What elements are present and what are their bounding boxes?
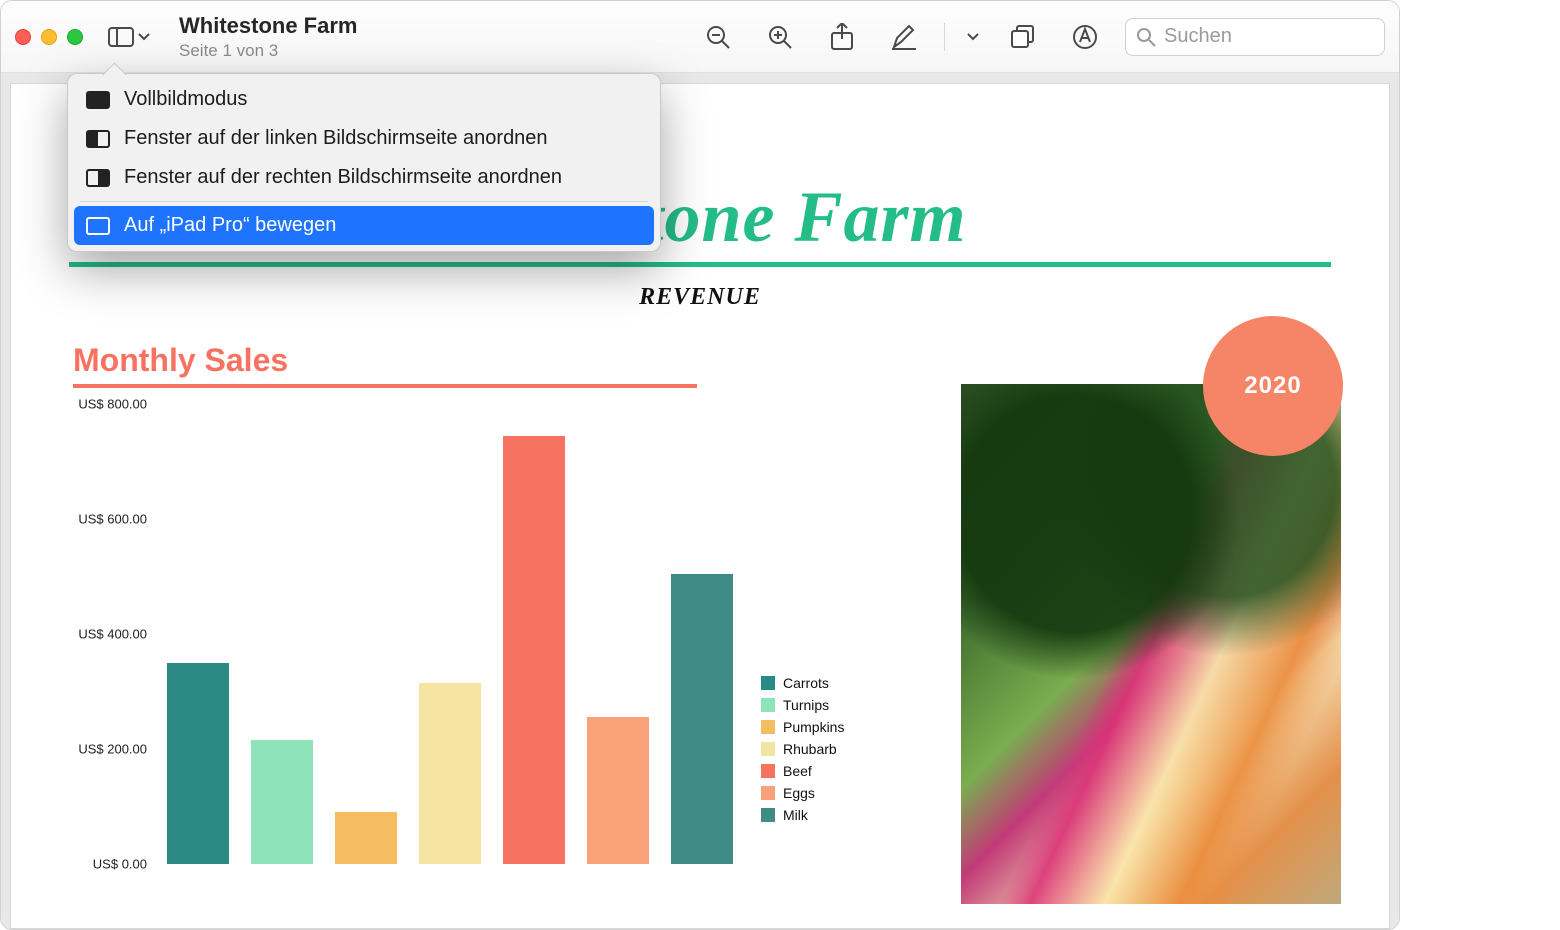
menu-item-tile-right[interactable]: Fenster auf der rechten Bildschirmseite …: [74, 158, 654, 197]
toolbar-separator: [944, 23, 945, 51]
zoom-in-icon: [767, 24, 793, 50]
legend-label: Turnips: [783, 697, 829, 713]
chart-y-axis: US$ 800.00US$ 600.00US$ 400.00US$ 200.00…: [51, 404, 151, 864]
markup-button[interactable]: [1063, 19, 1107, 55]
chevron-down-icon: [967, 33, 979, 41]
chart-bar: [167, 663, 229, 864]
chevron-down-icon: [138, 33, 150, 41]
chart-bar: [251, 740, 313, 864]
chart-legend: Carrots Turnips Pumpkins Rhubarb Beef Eggs Mil…: [761, 672, 844, 826]
search-placeholder: Suchen: [1164, 25, 1232, 48]
pencil-icon: [891, 24, 917, 50]
duplicate-icon: [1011, 25, 1035, 49]
chart-plot-area: [156, 404, 751, 864]
chart-bar: [419, 683, 481, 864]
document-title: Whitestone Farm: [179, 13, 357, 39]
zoom-out-button[interactable]: [696, 19, 740, 55]
document-title-block: Whitestone Farm Seite 1 von 3: [179, 13, 357, 61]
chart-bar: [671, 574, 733, 864]
sidebar-toggle-button[interactable]: [107, 19, 151, 55]
legend-item: Rhubarb: [761, 738, 844, 760]
zoom-in-button[interactable]: [758, 19, 802, 55]
legend-swatch: [761, 808, 775, 822]
legend-swatch: [761, 742, 775, 756]
page-title-underline: [69, 262, 1331, 267]
chart-bar: [587, 717, 649, 864]
legend-label: Carrots: [783, 675, 829, 691]
chart-title: Monthly Sales: [73, 342, 288, 379]
legend-item: Pumpkins: [761, 716, 844, 738]
duplicate-button[interactable]: [1001, 19, 1045, 55]
chart-bar: [503, 436, 565, 864]
legend-swatch: [761, 698, 775, 712]
traffic-lights: [15, 29, 83, 45]
markup-icon: [1072, 24, 1098, 50]
legend-item: Eggs: [761, 782, 844, 804]
search-icon: [1136, 27, 1156, 47]
window-layout-menu: Vollbildmodus Fenster auf der linken Bil…: [67, 73, 661, 252]
share-button[interactable]: [820, 19, 864, 55]
zoom-out-icon: [705, 24, 731, 50]
app-window: Whitestone Farm Seite 1 von 3: [0, 0, 1400, 930]
menu-item-tile-left[interactable]: Fenster auf der linken Bildschirmseite a…: [74, 119, 654, 158]
page-indicator: Seite 1 von 3: [179, 41, 357, 61]
chart-bar: [335, 812, 397, 864]
legend-item: Turnips: [761, 694, 844, 716]
y-axis-tick: US$ 0.00: [93, 857, 147, 872]
menu-item-move-to-ipad[interactable]: Auf „iPad Pro“ bewegen: [74, 206, 654, 245]
menu-item-label: Auf „iPad Pro“ bewegen: [124, 214, 336, 237]
legend-swatch: [761, 720, 775, 734]
legend-label: Rhubarb: [783, 741, 837, 757]
y-axis-tick: US$ 200.00: [78, 742, 147, 757]
window-minimize-button[interactable]: [41, 29, 57, 45]
menu-item-label: Fenster auf der linken Bildschirmseite a…: [124, 127, 548, 150]
window-fullscreen-button[interactable]: [67, 29, 83, 45]
legend-swatch: [761, 764, 775, 778]
toolbar-actions: Suchen: [696, 18, 1385, 56]
y-axis-tick: US$ 600.00: [78, 512, 147, 527]
toolbar: Whitestone Farm Seite 1 von 3: [1, 1, 1399, 73]
annotate-more-button[interactable]: [963, 19, 983, 55]
produce-photo: [961, 384, 1341, 904]
menu-item-label: Fenster auf der rechten Bildschirmseite …: [124, 166, 562, 189]
legend-label: Pumpkins: [783, 719, 844, 735]
sidebar-icon: [108, 27, 134, 47]
chart-title-underline: [73, 384, 697, 388]
menu-item-fullscreen[interactable]: Vollbildmodus: [74, 80, 654, 119]
window-close-button[interactable]: [15, 29, 31, 45]
legend-item: Milk: [761, 804, 844, 826]
legend-item: Carrots: [761, 672, 844, 694]
year-badge: 2020: [1203, 316, 1343, 456]
fullscreen-icon: [86, 91, 110, 109]
menu-item-label: Vollbildmodus: [124, 88, 247, 111]
sales-bar-chart: US$ 800.00US$ 600.00US$ 400.00US$ 200.00…: [51, 404, 751, 904]
tile-right-icon: [86, 169, 110, 187]
legend-item: Beef: [761, 760, 844, 782]
legend-swatch: [761, 676, 775, 690]
legend-label: Eggs: [783, 785, 815, 801]
tile-left-icon: [86, 130, 110, 148]
annotate-button[interactable]: [882, 19, 926, 55]
ipad-icon: [86, 217, 110, 235]
y-axis-tick: US$ 400.00: [78, 627, 147, 642]
legend-label: Beef: [783, 763, 812, 779]
legend-swatch: [761, 786, 775, 800]
legend-label: Milk: [783, 807, 808, 823]
y-axis-tick: US$ 800.00: [78, 397, 147, 412]
revenue-label: REVENUE: [639, 284, 761, 311]
menu-divider: [80, 201, 648, 202]
share-icon: [831, 23, 853, 51]
search-field[interactable]: Suchen: [1125, 18, 1385, 56]
